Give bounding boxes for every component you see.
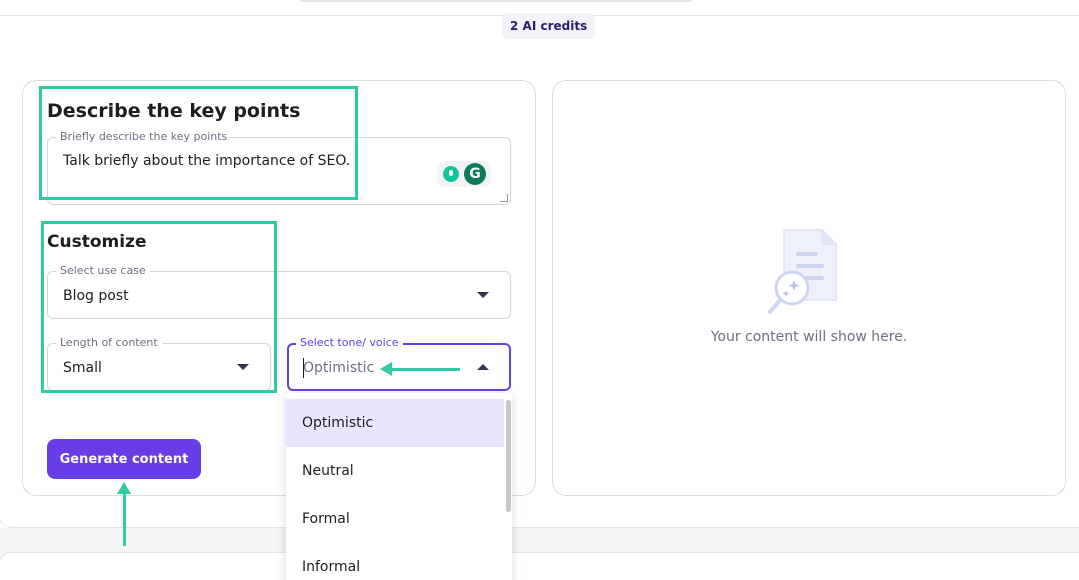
tone-option-optimistic[interactable]: Optimistic [286, 399, 504, 447]
chevron-down-icon[interactable] [477, 292, 489, 298]
dropdown-scrollbar[interactable] [506, 400, 511, 512]
chevron-up-icon[interactable] [477, 364, 489, 370]
tone-label: Select tone/ voice [296, 336, 403, 350]
grammarly-icon[interactable]: G [464, 163, 486, 185]
document-search-icon [768, 229, 837, 314]
annotation-arrow-up [117, 482, 131, 546]
highlight-box-key-points [39, 86, 358, 200]
empty-state-text: Your content will show here. [710, 329, 908, 345]
highlight-box-customize [41, 221, 277, 393]
next-section-card [0, 552, 1079, 580]
generate-content-button[interactable]: Generate content [47, 439, 201, 479]
ai-credits-badge: 2 AI credits [502, 13, 596, 39]
tone-value[interactable]: Optimistic [303, 360, 374, 376]
top-search-bar[interactable] [300, 0, 692, 2]
annotation-arrow-left [380, 362, 460, 376]
tone-dropdown-menu: Optimistic Neutral Formal Informal [286, 393, 512, 580]
tone-option-neutral[interactable]: Neutral [286, 447, 504, 495]
lightbulb-icon[interactable] [443, 166, 459, 182]
tone-option-formal[interactable]: Formal [286, 495, 504, 543]
grammarly-widget[interactable]: G [437, 161, 491, 187]
tone-option-informal[interactable]: Informal [286, 543, 504, 580]
tone-select[interactable]: Select tone/ voice Optimistic [287, 336, 511, 391]
resize-handle[interactable] [500, 194, 508, 202]
